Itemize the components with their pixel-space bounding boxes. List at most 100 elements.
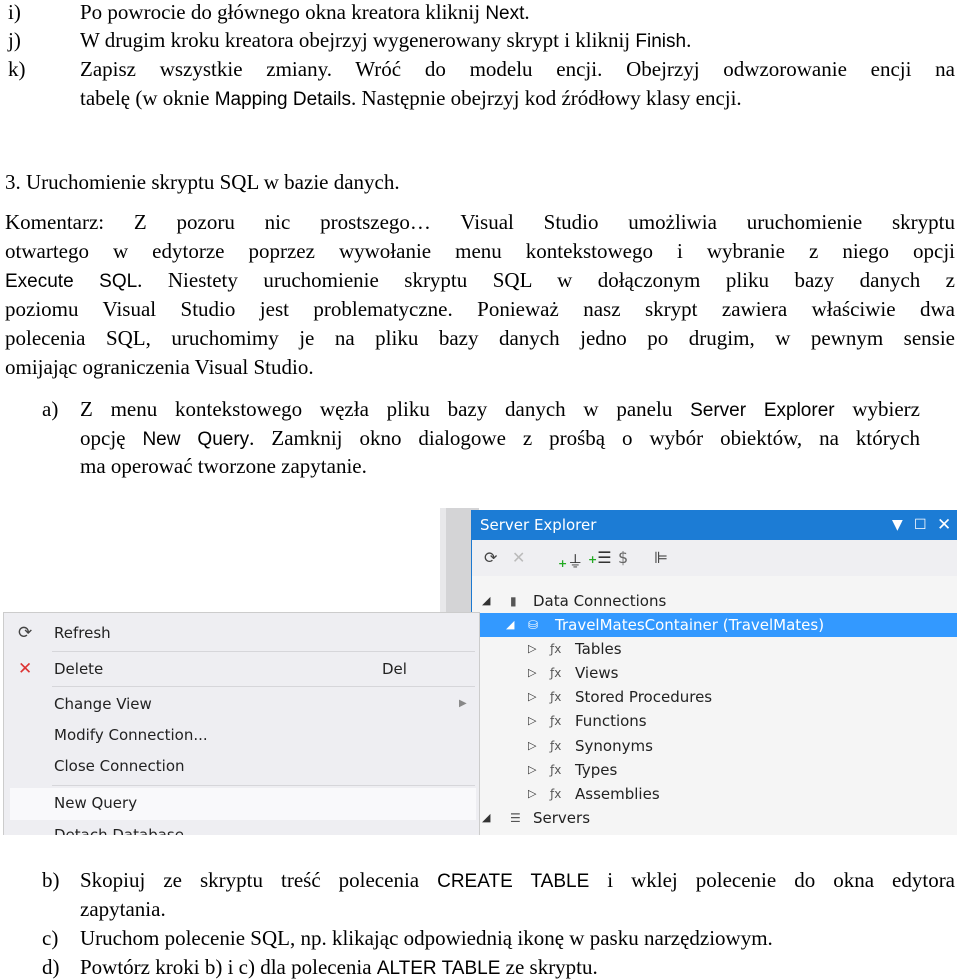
expand-icon[interactable]: ▷ <box>528 782 536 806</box>
menu-item-close-connection[interactable]: Close Connection <box>4 751 479 781</box>
menu-label: Modify Connection... <box>54 726 208 744</box>
tree-item-assemblies[interactable]: ▷ ƒx Assemblies <box>472 782 957 806</box>
step-marker: b) <box>42 868 60 892</box>
folder-icon: ƒx <box>550 690 562 704</box>
step-text: Skopiuj ze skryptu treść polecenia <box>80 868 438 892</box>
menu-shortcut: Del <box>382 660 407 678</box>
expand-icon[interactable]: ▷ <box>528 758 536 782</box>
step-text: ze skryptu. <box>500 955 598 979</box>
tree-item-connection[interactable]: ◢ ⛁ TravelMatesContainer (TravelMates) <box>472 613 957 637</box>
folder-icon: ƒx <box>550 714 562 728</box>
comment-line: Execute SQL. Niestety uruchomienie skryp… <box>5 267 955 295</box>
step-text: opcję <box>80 426 143 450</box>
tree-label: Views <box>575 664 619 682</box>
step-marker: i) <box>8 0 21 24</box>
close-icon[interactable]: ✕ <box>937 510 951 540</box>
stop-icon[interactable]: ✕ <box>512 548 525 567</box>
data-connections-icon: ▮ <box>510 594 517 608</box>
menu-item-delete[interactable]: ✕ Delete Del <box>4 654 479 684</box>
connect-server-icon[interactable]: +☰ <box>588 548 612 567</box>
ui-term: Next <box>485 3 525 24</box>
ui-term: Server Explorer <box>690 400 835 421</box>
collapse-icon[interactable]: ◢ <box>506 613 514 637</box>
menu-item-change-view[interactable]: Change View ▶ <box>4 689 479 719</box>
tree-item-functions[interactable]: ▷ ƒx Functions <box>472 709 957 733</box>
collapse-icon[interactable]: ◢ <box>482 806 490 830</box>
expand-icon[interactable]: ▷ <box>528 685 536 709</box>
tree-label: dcs-mw-2 <box>555 830 628 835</box>
tree-item-views[interactable]: ▷ ƒx Views <box>472 661 957 685</box>
menu-item-detach-database[interactable]: Detach Database <box>4 820 479 835</box>
delete-icon: ✕ <box>18 659 33 679</box>
menu-label: Refresh <box>54 624 111 642</box>
comment-line: otwartego w edytorze poprzez wywołanie m… <box>5 239 955 263</box>
panel-toolbar: ⟳ ✕ +⏚ +☰ $ ⊫ <box>472 540 957 576</box>
step-text: Zapisz wszystkie zmiany. Wróć do modelu … <box>80 57 955 81</box>
step-text: . Zamknij okno dialogowe z prośbą o wybó… <box>249 426 921 450</box>
ui-term: Finish <box>635 31 687 52</box>
tree-item-types[interactable]: ▷ ƒx Types <box>472 758 957 782</box>
ui-term: Execute SQL <box>5 271 138 292</box>
expand-icon[interactable]: ▷ <box>528 734 536 758</box>
tree-label: Assemblies <box>575 785 660 803</box>
tree-item-servers[interactable]: ◢ ☰ Servers <box>472 806 957 830</box>
ui-term: CREATE TABLE <box>437 871 590 892</box>
step-k-cont: tabelę (w oknie Mapping Details. Następn… <box>80 85 742 113</box>
step-marker: k) <box>8 57 26 81</box>
tree-label: Synonyms <box>575 737 653 755</box>
comment-line: omijając ograniczenia Visual Studio. <box>5 355 314 379</box>
submenu-arrow-icon: ▶ <box>459 698 467 709</box>
tree-label: Stored Procedures <box>575 688 713 706</box>
tree-label: Servers <box>533 809 591 827</box>
tree-label: Types <box>575 761 618 779</box>
dropdown-icon[interactable]: ▼ <box>892 510 903 540</box>
menu-label: Close Connection <box>54 757 185 775</box>
menu-label: Change View <box>54 695 152 713</box>
context-menu: ⟳ Refresh ✕ Delete Del Change View ▶ Modify … <box>3 612 480 835</box>
menu-item-new-query[interactable]: New Query <box>10 788 476 820</box>
menu-item-modify-connection[interactable]: Modify Connection... <box>4 720 479 750</box>
step-text: i wklej polecenie do okna edytora <box>589 868 956 892</box>
expand-icon[interactable]: ▷ <box>506 830 514 835</box>
tree-item-data-connections[interactable]: ◢ ▮ Data Connections <box>472 589 957 613</box>
tree-item-stored-procedures[interactable]: ▷ ƒx Stored Procedures <box>472 685 957 709</box>
section-heading: 3. Uruchomienie skryptu SQL w bazie dany… <box>5 170 400 194</box>
azure-icon[interactable]: ⊫ <box>654 548 668 567</box>
database-icon: ⛁ <box>528 618 539 632</box>
menu-label: New Query <box>54 794 138 812</box>
step-text: Uruchom polecenie SQL, np. klikając odpo… <box>80 926 773 950</box>
connect-database-icon[interactable]: +⏚ <box>558 548 583 572</box>
step-text: Z menu kontekstowego węzła pliku bazy da… <box>80 397 691 421</box>
comment-line: Komentarz: Z pozoru nic prostszego… Visu… <box>5 210 955 234</box>
tree-item-server-host[interactable]: ▷ ▣ dcs-mw-2 <box>472 830 957 835</box>
step-marker: c) <box>42 926 59 950</box>
expand-icon[interactable]: ▷ <box>528 709 536 733</box>
folder-icon: ƒx <box>550 787 562 801</box>
folder-icon: ƒx <box>550 666 562 680</box>
tree-item-synonyms[interactable]: ▷ ƒx Synonyms <box>472 734 957 758</box>
collapse-icon[interactable]: ◢ <box>482 589 490 613</box>
maximize-icon[interactable]: ☐ <box>914 510 927 540</box>
refresh-icon: ⟳ <box>18 623 33 643</box>
computer-icon: ▣ <box>528 830 539 835</box>
expand-icon[interactable]: ▷ <box>528 661 536 685</box>
menu-item-refresh[interactable]: ⟳ Refresh <box>4 618 479 648</box>
refresh-icon[interactable]: ⟳ <box>484 548 497 567</box>
menu-label: Detach Database <box>54 826 184 835</box>
ui-term: Mapping Details <box>214 89 351 110</box>
step-text: . Następnie obejrzyj kod źródłowy klasy … <box>350 86 742 110</box>
tree-label: Tables <box>575 640 622 658</box>
ui-term: New Query <box>142 429 250 450</box>
step-text: Powtórz kroki b) i c) dla polecenia <box>80 955 377 979</box>
step-b-cont: zapytania. <box>80 897 166 921</box>
folder-icon: ƒx <box>550 763 562 777</box>
step-text: tabelę (w oknie <box>80 86 215 110</box>
menu-separator <box>52 785 475 786</box>
document-page: i) Po powrocie do głównego okna kreatora… <box>0 0 960 980</box>
tree-item-tables[interactable]: ▷ ƒx Tables <box>472 637 957 661</box>
expand-icon[interactable]: ▷ <box>528 637 536 661</box>
panel-title-bar: Server Explorer ▼ ☐ ✕ <box>472 510 957 540</box>
step-text: . <box>524 0 530 24</box>
folder-icon: ƒx <box>550 642 562 656</box>
connect-sharepoint-icon[interactable]: $ <box>618 548 628 567</box>
